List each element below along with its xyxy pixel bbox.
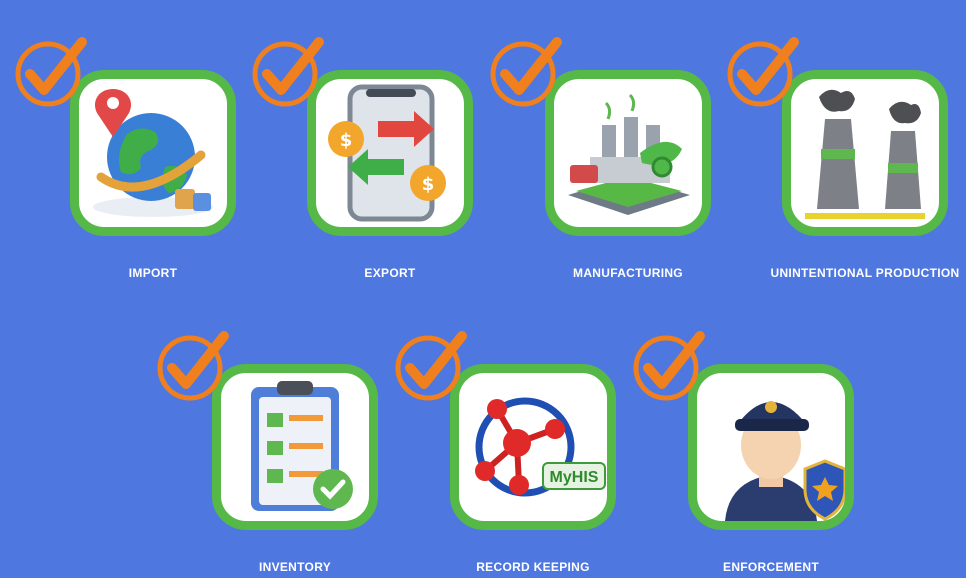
- card-label: EXPORT: [364, 266, 416, 280]
- card-label: MANUFACTURING: [573, 266, 683, 280]
- card-label: RECORD KEEPING: [476, 560, 590, 574]
- tile-manufacturing: [545, 70, 711, 236]
- tile-export: $ $: [307, 70, 473, 236]
- check-icon: [395, 331, 467, 401]
- tile-inventory: [212, 364, 378, 530]
- card-unintentional-production[interactable]: UNINTENTIONAL PRODUCTION: [727, 37, 959, 280]
- check-icon: [15, 37, 87, 107]
- card-label: ENFORCEMENT: [723, 560, 819, 574]
- phone-export-icon: $ $: [328, 84, 446, 222]
- molecule-records-icon: MyHIS: [475, 397, 606, 497]
- card-export[interactable]: $ $ EXPORT: [252, 37, 475, 280]
- factory-icon: [568, 93, 690, 215]
- chimneys-icon: [805, 89, 925, 219]
- card-label: INVENTORY: [258, 560, 332, 574]
- globe-import-icon: [93, 89, 213, 217]
- card-label: IMPORT: [128, 266, 178, 280]
- card-label: UNINTENTIONAL PRODUCTION: [770, 266, 960, 280]
- clipboard-checklist-icon: [251, 381, 353, 511]
- check-icon: [490, 37, 562, 107]
- card-enforcement[interactable]: ENFORCEMENT: [633, 331, 856, 574]
- svg-text:$: $: [422, 174, 435, 195]
- card-import[interactable]: IMPORT: [15, 37, 238, 280]
- check-icon: [727, 37, 799, 107]
- tile-unintentional-production: [782, 70, 948, 236]
- tile-record-keeping: MyHIS: [450, 364, 616, 530]
- myhis-logo-text: MyHIS: [550, 469, 599, 486]
- check-icon: [252, 37, 324, 107]
- tile-import: [70, 70, 236, 236]
- tile-enforcement: [688, 364, 854, 530]
- card-inventory[interactable]: INVENTORY: [157, 331, 380, 574]
- svg-text:$: $: [340, 130, 353, 151]
- check-icon: [157, 331, 229, 401]
- card-manufacturing[interactable]: MANUFACTURING: [490, 37, 713, 280]
- card-record-keeping[interactable]: MyHIS RECORD KEEPING: [395, 331, 618, 574]
- check-icon: [633, 331, 705, 401]
- police-officer-icon: [725, 401, 845, 521]
